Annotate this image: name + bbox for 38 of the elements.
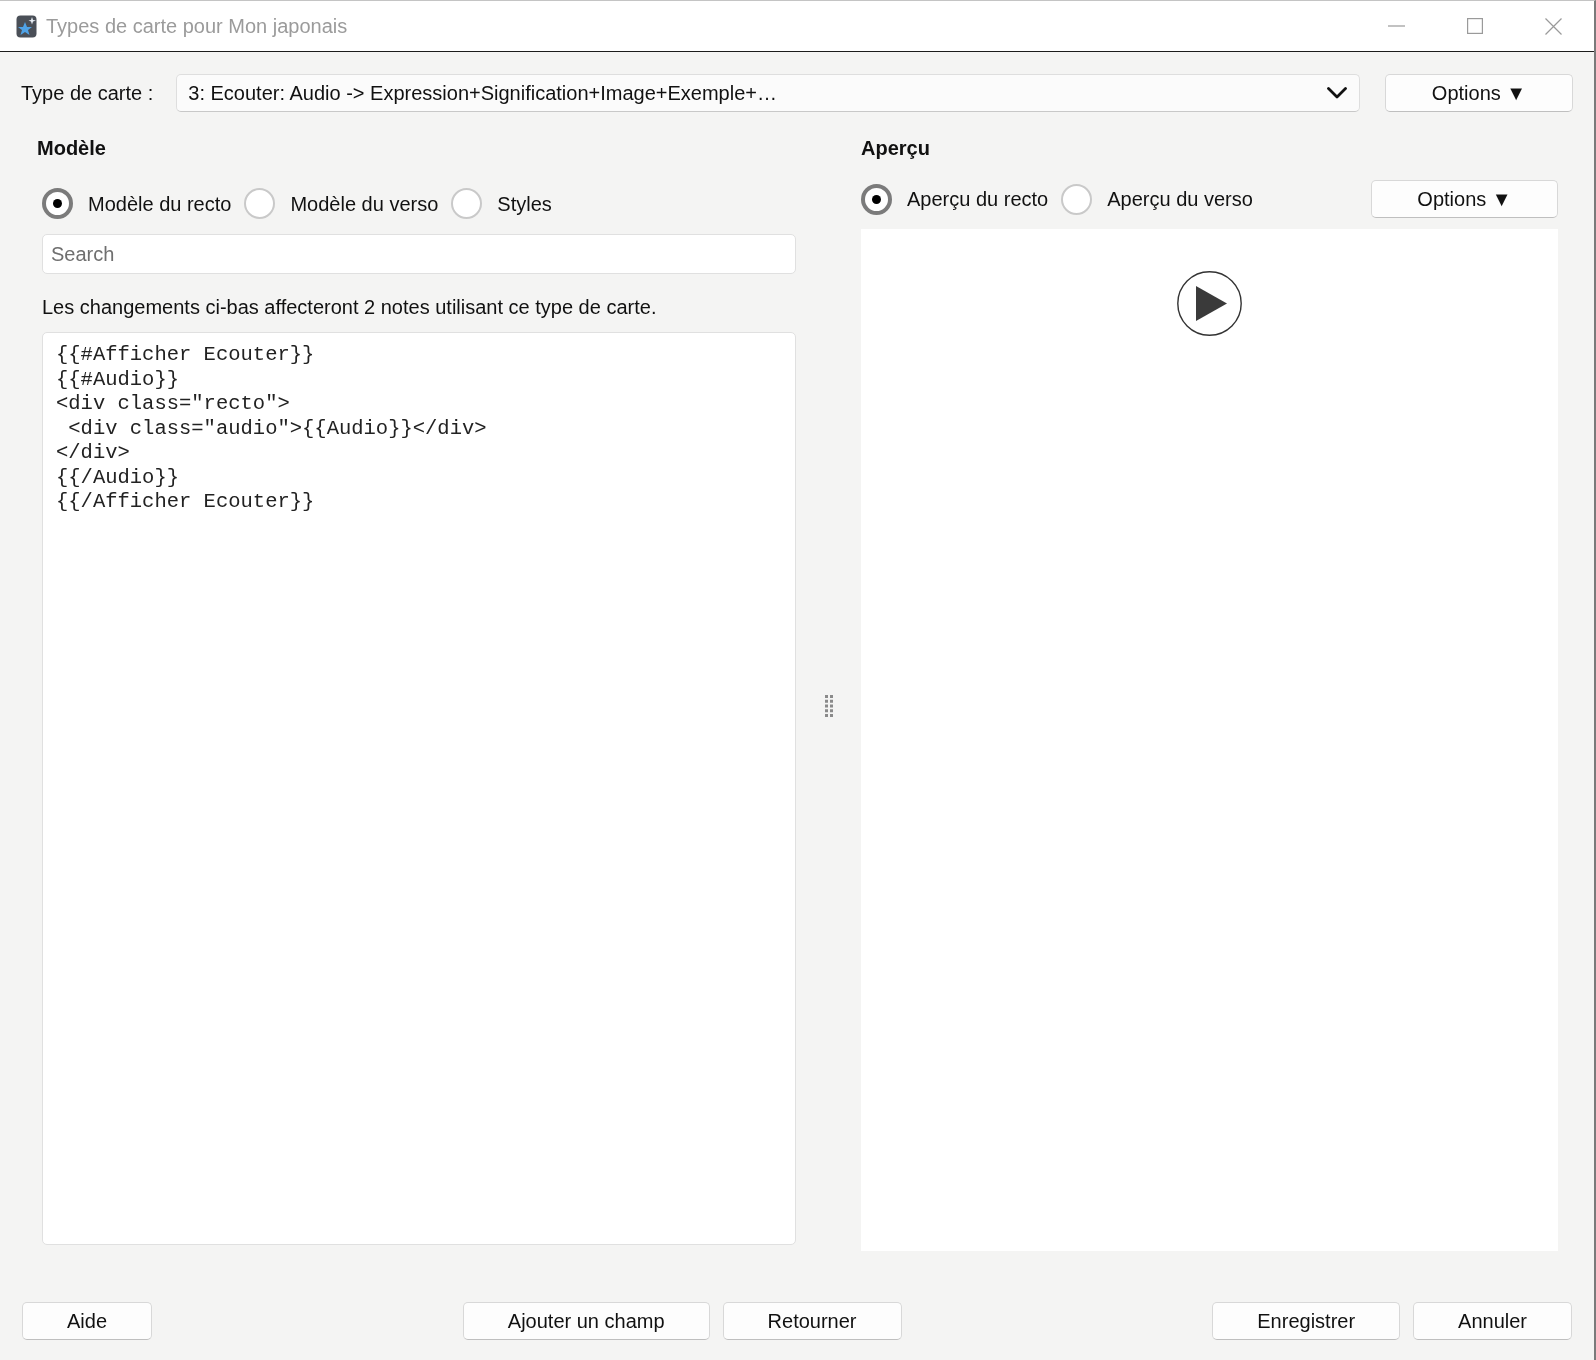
code-line: {{/Afficher Ecouter}} <box>56 490 316 515</box>
radio-button[interactable] <box>244 188 276 219</box>
close-icon[interactable] <box>1545 17 1562 35</box>
code-line: {{/Audio}} <box>56 465 181 490</box>
dialog-button[interactable]: Aide <box>22 1302 153 1340</box>
radio-button[interactable] <box>42 188 73 219</box>
info-text: Les changements ci-bas affecteront 2 notes utilisant ce type de carte. <box>42 295 658 319</box>
radio-label[interactable]: Modèle du recto <box>88 191 232 216</box>
code-line: </div> <box>56 441 131 466</box>
section-heading: Modèle <box>37 136 107 160</box>
code-line: <div class="audio">{{Audio}}</div> <box>67 416 488 441</box>
radio-label[interactable]: Aperçu du recto <box>907 187 1049 211</box>
maximize-icon[interactable] <box>1467 18 1483 34</box>
dialog-button[interactable]: Enregistrer <box>1212 1302 1401 1340</box>
options-button[interactable]: Options ▼ <box>1371 180 1558 218</box>
template-editor[interactable]: {{#Afficher Ecouter}} {{#Audio}} <div class="recto"> <div class="audio">{{Audio}}</div> </div> {{/Audio}} {{/Afficher Ecouter}} <box>42 332 796 1245</box>
app-icon <box>16 14 37 38</box>
card-type-label: Type de carte : <box>21 81 154 105</box>
code-line: {{#Afficher Ecouter}} <box>56 343 316 368</box>
chevron-down-icon[interactable] <box>1327 87 1347 99</box>
dialog-button[interactable]: Annuler <box>1413 1302 1572 1340</box>
options-button[interactable]: Options ▼ <box>1385 74 1573 112</box>
play-icon[interactable] <box>1177 271 1242 336</box>
dialog-button[interactable]: Retourner <box>722 1302 902 1340</box>
radio-button[interactable] <box>451 188 483 219</box>
window-title: Types de carte pour Mon japonais <box>46 14 348 38</box>
card-type-dropdown[interactable]: 3: Ecouter: Audio -> Expression+Signification+Image+Exemple+… <box>176 74 1360 112</box>
radio-label[interactable]: Aperçu du verso <box>1107 187 1253 211</box>
section-heading: Aperçu <box>861 136 931 160</box>
dialog-button[interactable]: Ajouter un champ <box>462 1302 710 1340</box>
code-line: <div class="recto"> <box>56 392 291 417</box>
radio-button[interactable] <box>861 183 892 215</box>
search-field[interactable]: Search <box>42 234 796 274</box>
code-line: {{#Audio}} <box>56 367 181 392</box>
radio-label[interactable]: Styles <box>497 191 552 216</box>
radio-button[interactable] <box>1061 183 1093 215</box>
grip-icon[interactable] <box>824 694 833 717</box>
radio-label[interactable]: Modèle du verso <box>290 191 439 216</box>
